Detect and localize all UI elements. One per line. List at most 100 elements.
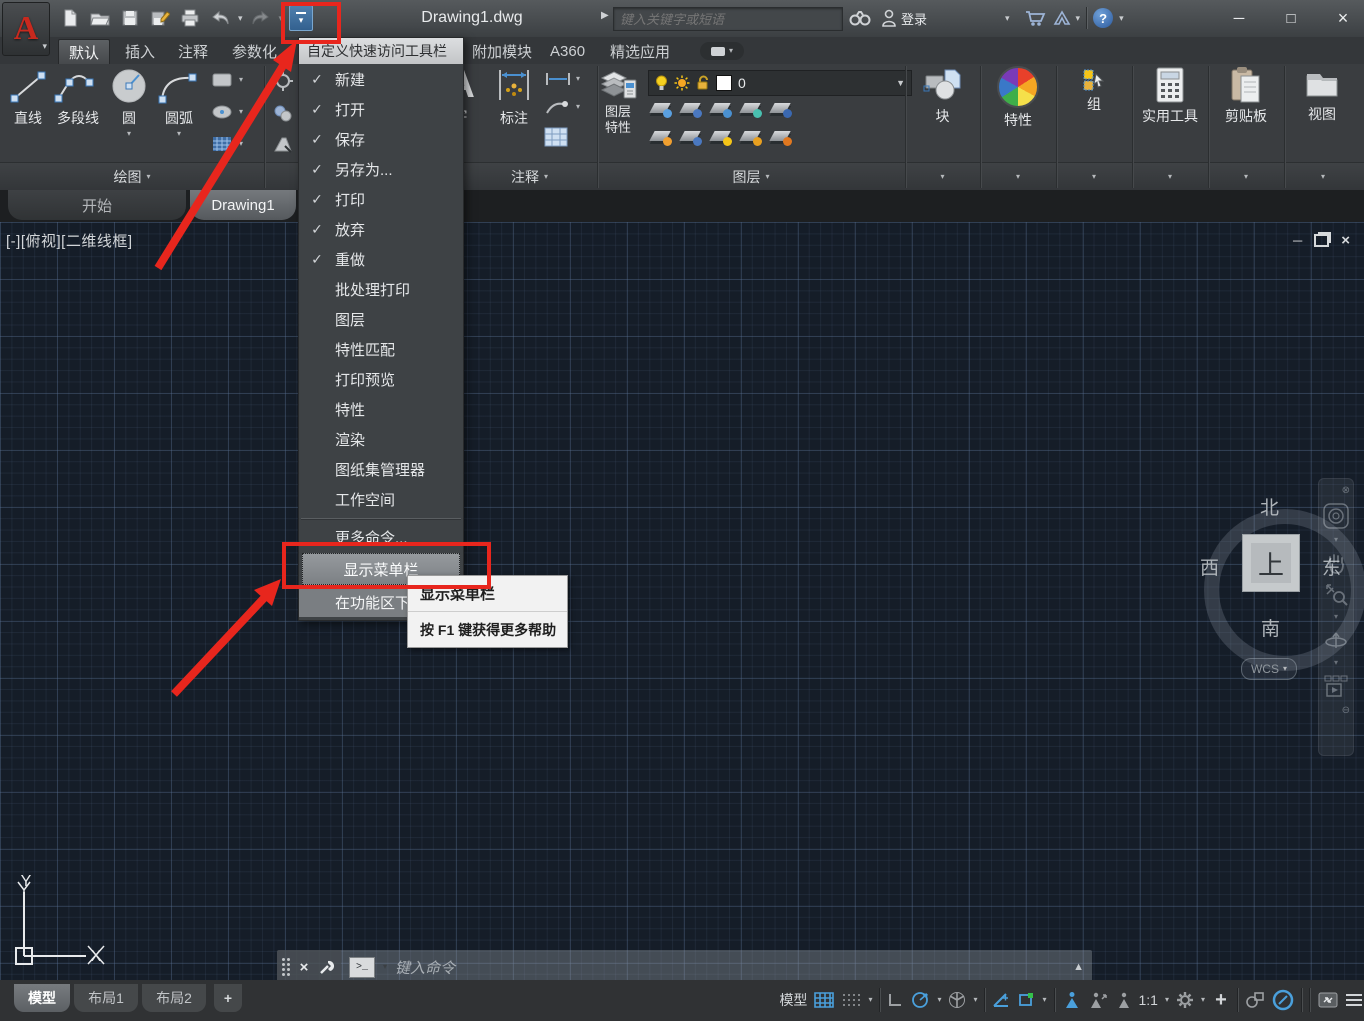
- minimize-button[interactable]: ─: [1226, 10, 1252, 27]
- help-dropdown-icon[interactable]: ▾: [1119, 14, 1124, 23]
- command-history-up-icon[interactable]: ▲: [1073, 961, 1084, 973]
- menu-item-layer[interactable]: 图层: [299, 304, 463, 334]
- isolate-objects-icon[interactable]: [1245, 991, 1265, 1009]
- help-icon[interactable]: ?: [1093, 8, 1113, 28]
- wcs-menu[interactable]: WCS▾: [1241, 658, 1297, 680]
- tab-featured-apps[interactable]: 精选应用: [600, 39, 680, 64]
- menu-item-sheet-set-manager[interactable]: 图纸集管理器: [299, 454, 463, 484]
- menu-item-workspace[interactable]: 工作空间: [299, 484, 463, 514]
- linear-dimension-icon[interactable]: ▾: [543, 70, 580, 88]
- layer-tool-icon[interactable]: [650, 100, 672, 118]
- viewcube-south[interactable]: 南: [1261, 614, 1280, 641]
- media-panel-button[interactable]: ▾: [700, 42, 744, 60]
- annotation-scale-person-icon[interactable]: [1116, 991, 1132, 1009]
- layer-tool-icon[interactable]: [710, 128, 732, 146]
- menu-item-save[interactable]: ✓保存: [299, 124, 463, 154]
- rectangle-tool[interactable]: ▾: [210, 70, 243, 90]
- application-menu-button[interactable]: A▾: [2, 2, 50, 56]
- properties-panel-expand[interactable]: ▾: [980, 167, 1056, 187]
- view-panel-expand[interactable]: ▾: [1284, 167, 1362, 187]
- viewport-controls[interactable]: [-][俯视][二维线框]: [6, 230, 133, 251]
- infocenter-search[interactable]: [613, 7, 843, 31]
- search-input[interactable]: [614, 8, 854, 30]
- layer-tool-icon[interactable]: [710, 100, 732, 118]
- annotation-visibility-icon[interactable]: [1062, 991, 1082, 1009]
- layout-tab-layout2[interactable]: 布局2: [142, 984, 206, 1012]
- infocenter-expand-icon[interactable]: ▶: [601, 10, 609, 21]
- menu-item-saveas[interactable]: ✓另存为...: [299, 154, 463, 184]
- command-close-icon[interactable]: ×: [300, 959, 309, 976]
- model-space-label[interactable]: 模型: [779, 990, 807, 1010]
- command-input-area[interactable]: >_ ▾ 键入命令 ▲: [341, 950, 1092, 984]
- autodesk-logo-icon[interactable]: [1052, 9, 1072, 27]
- viewcube-north[interactable]: 北: [1260, 493, 1279, 520]
- signin-label[interactable]: 登录: [901, 9, 927, 28]
- grid-display-icon[interactable]: [814, 992, 834, 1008]
- groups-panel-expand[interactable]: ▾: [1056, 167, 1132, 187]
- annotation-scale-value[interactable]: 1:1: [1139, 992, 1158, 1008]
- snap-mode-icon[interactable]: [841, 992, 861, 1008]
- layer-tool-icon[interactable]: [740, 100, 762, 118]
- object-snap-icon[interactable]: [1017, 992, 1035, 1008]
- isometric-drafting-icon[interactable]: [948, 991, 966, 1009]
- arc-tool[interactable]: 圆弧 ▾: [156, 68, 202, 138]
- new-layout-button[interactable]: +: [214, 984, 242, 1012]
- drawing-close-button[interactable]: ×: [1341, 232, 1350, 249]
- modify-tool-icon[interactable]: [272, 102, 294, 124]
- annotate-panel-label[interactable]: 注释▾: [462, 167, 597, 187]
- tab-insert[interactable]: 插入: [115, 39, 165, 64]
- line-tool[interactable]: 直线: [8, 68, 48, 128]
- menu-item-redo[interactable]: ✓重做: [299, 244, 463, 274]
- block-insert-button[interactable]: 块: [905, 66, 980, 126]
- menu-item-match-properties[interactable]: 特性匹配: [299, 334, 463, 364]
- scale-dropdown-icon[interactable]: ▾: [1165, 996, 1169, 1004]
- ortho-mode-icon[interactable]: [887, 992, 903, 1008]
- object-snap-tracking-icon[interactable]: [992, 992, 1010, 1008]
- layer-tool-icon[interactable]: [650, 128, 672, 146]
- properties-button[interactable]: 特性: [980, 66, 1056, 130]
- file-tab-drawing1[interactable]: Drawing1: [190, 190, 296, 220]
- dimension-tool[interactable]: 标注: [492, 66, 536, 128]
- graphics-performance-icon[interactable]: [1272, 989, 1294, 1011]
- polyline-tool[interactable]: 多段线: [52, 68, 104, 128]
- menu-item-plot[interactable]: ✓打印: [299, 184, 463, 214]
- layer-properties-button[interactable]: 图层特性: [598, 66, 638, 137]
- layout-tab-layout1[interactable]: 布局1: [74, 984, 138, 1012]
- signin-person-icon[interactable]: [881, 9, 897, 27]
- menu-item-render[interactable]: 渲染: [299, 424, 463, 454]
- layers-panel-label[interactable]: 图层▾: [597, 167, 905, 187]
- layer-tool-icon[interactable]: [680, 100, 702, 118]
- layer-tool-icon[interactable]: [680, 128, 702, 146]
- open-file-icon[interactable]: [88, 6, 112, 30]
- utilities-panel-expand[interactable]: ▾: [1132, 167, 1208, 187]
- navbar-collapse-icon[interactable]: ⊖: [1342, 705, 1350, 716]
- menu-item-batch-plot[interactable]: 批处理打印: [299, 274, 463, 304]
- save-icon[interactable]: [118, 6, 142, 30]
- command-line-bar[interactable]: × >_ ▾ 键入命令 ▲: [277, 950, 1092, 984]
- viewcube-west[interactable]: 西: [1200, 553, 1219, 580]
- layer-dropdown-icon[interactable]: ▼: [896, 79, 905, 88]
- layer-tool-icon[interactable]: [740, 128, 762, 146]
- snap-dropdown-icon[interactable]: ▾: [868, 996, 872, 1004]
- hatch-tool[interactable]: ▾: [210, 134, 243, 154]
- close-button[interactable]: ×: [1330, 8, 1356, 29]
- clean-screen-icon[interactable]: [1317, 991, 1339, 1009]
- menu-item-new[interactable]: ✓新建: [299, 64, 463, 94]
- search-binoculars-icon[interactable]: [849, 9, 871, 27]
- layer-tool-icon[interactable]: [770, 100, 792, 118]
- autodesk-dropdown-icon[interactable]: ▾: [1076, 14, 1081, 23]
- command-grip-handle[interactable]: [282, 958, 290, 976]
- layer-tool-icon[interactable]: [770, 128, 792, 146]
- menu-item-open[interactable]: ✓打开: [299, 94, 463, 124]
- navbar-close-icon[interactable]: ⊗: [1342, 485, 1350, 496]
- tab-parametric[interactable]: 参数化: [222, 39, 287, 64]
- command-prompt-icon[interactable]: >_: [349, 957, 375, 978]
- command-customize-wrench-icon[interactable]: [318, 958, 336, 976]
- block-panel-expand[interactable]: ▾: [905, 167, 980, 187]
- polar-dropdown-icon[interactable]: ▾: [937, 996, 941, 1004]
- menu-item-plot-preview[interactable]: 打印预览: [299, 364, 463, 394]
- file-tab-start[interactable]: 开始: [8, 190, 186, 220]
- modify-tool-icon[interactable]: [272, 70, 294, 92]
- maximize-button[interactable]: □: [1278, 10, 1304, 27]
- new-file-icon[interactable]: [58, 6, 82, 30]
